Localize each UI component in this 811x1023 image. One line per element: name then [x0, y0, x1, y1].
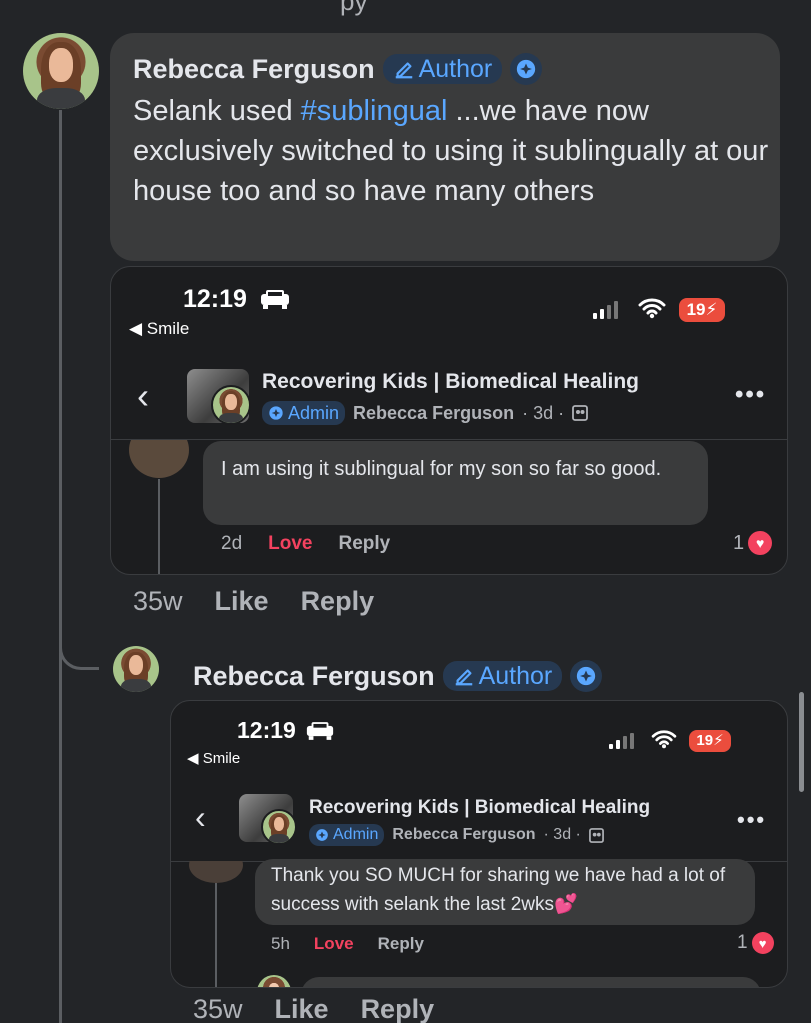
hashtag-link[interactable]: #sublingual [301, 95, 448, 127]
group-name: Recovering Kids | Biomedical Healing [262, 370, 639, 393]
group-name: Recovering Kids | Biomedical Healing [309, 797, 651, 818]
heart-icon: ♥ [748, 531, 773, 555]
admin-star-icon [316, 829, 328, 841]
car-icon [261, 290, 289, 309]
signal-icon [609, 733, 634, 749]
reaction-count: 1 ♥ [733, 531, 773, 555]
signal-icon [593, 301, 618, 319]
scrollbar[interactable] [799, 692, 804, 792]
pencil-icon [455, 669, 472, 686]
cut-off-name: Aisha Ahmed [221, 429, 336, 439]
inner-comment-bubble: Thank you SO MUCH for sharing we have ha… [255, 859, 755, 925]
avatar[interactable] [23, 33, 99, 109]
love-button[interactable]: Love [268, 533, 312, 555]
thread-connector [59, 630, 99, 670]
back-chevron-icon[interactable]: ‹ [195, 799, 206, 836]
status-time: 12:19 [183, 285, 247, 313]
comment-time: 35w [133, 586, 183, 616]
next-comment-bubble [301, 977, 761, 987]
reply-button[interactable]: Reply [301, 586, 375, 617]
battery-indicator: 19⚡ [679, 298, 725, 322]
pencil-icon [395, 62, 412, 79]
commenter-avatar [129, 440, 189, 478]
heart-icon: ♥ [751, 932, 774, 954]
top-contributor-icon [570, 660, 603, 692]
admin-star-icon [269, 406, 283, 420]
reply-actions: 35w Like Reply [193, 994, 434, 1023]
battery-indicator: 19⚡ [689, 730, 731, 752]
avatar [211, 385, 251, 425]
comment-text: Selank used #sublingual ...we have now e… [133, 95, 769, 207]
admin-badge: Admin [309, 824, 385, 846]
next-commenter-avatar [257, 975, 291, 987]
inner-thread-line [158, 479, 160, 574]
reply-time: 35w [193, 994, 243, 1023]
admin-badge: Admin [262, 401, 346, 425]
inner-comment-bubble: I am using it sublingual for my son so f… [203, 441, 708, 525]
reply-button[interactable]: Reply [339, 533, 391, 555]
cut-off-text: py [340, 0, 368, 16]
poster-name: Rebecca Ferguson [353, 402, 515, 423]
reply-avatar[interactable] [113, 646, 159, 692]
reply-button[interactable]: Reply [361, 994, 435, 1023]
more-options-icon[interactable]: ••• [737, 807, 766, 833]
like-button[interactable]: Like [215, 586, 269, 617]
back-to-app: ◀ Smile [187, 750, 241, 767]
commenter-avatar [189, 861, 243, 883]
comment-bubble: Rebecca Ferguson Author Selank used #sub… [110, 33, 780, 261]
author-badge: Author [382, 54, 503, 84]
post-age: · 3d · [522, 402, 565, 423]
reaction-count: 1 ♥ [737, 932, 774, 954]
reply-author[interactable]: Rebecca Ferguson [193, 661, 435, 692]
attached-screenshot[interactable]: 12:19 ◀ Smile 19⚡ ‹ Recovering Kids | Bi… [170, 700, 788, 988]
back-chevron-icon[interactable]: ‹ [137, 375, 149, 417]
thread-line [59, 110, 62, 1023]
author-badge: Author [442, 661, 563, 691]
status-time: 12:19 [237, 717, 296, 743]
avatar [261, 809, 297, 845]
more-options-icon[interactable]: ••• [735, 381, 766, 409]
comment-actions: 35w Like Reply [133, 586, 374, 617]
divider [111, 439, 787, 440]
inner-thread-line [215, 883, 217, 987]
comment-author[interactable]: Rebecca Ferguson [133, 54, 375, 85]
group-icon [588, 827, 604, 843]
group-icon [572, 405, 589, 421]
back-to-app: ◀ Smile [129, 319, 190, 338]
poster-name: Rebecca Ferguson [392, 826, 536, 843]
love-button[interactable]: Love [314, 934, 354, 954]
inner-comment-actions: 2d Love Reply [221, 533, 391, 555]
post-age: · 3d · [543, 826, 581, 843]
attached-screenshot[interactable]: 12:19 ◀ Smile 19⚡ ‹ Recovering Kids | Bi… [110, 266, 788, 575]
inner-comment-actions: 5h Love Reply [271, 934, 424, 954]
like-button[interactable]: Like [275, 994, 329, 1023]
top-contributor-icon [510, 53, 543, 85]
reply-button[interactable]: Reply [378, 934, 424, 954]
wifi-icon [651, 730, 677, 749]
wifi-icon [638, 298, 666, 319]
car-icon [306, 722, 334, 740]
